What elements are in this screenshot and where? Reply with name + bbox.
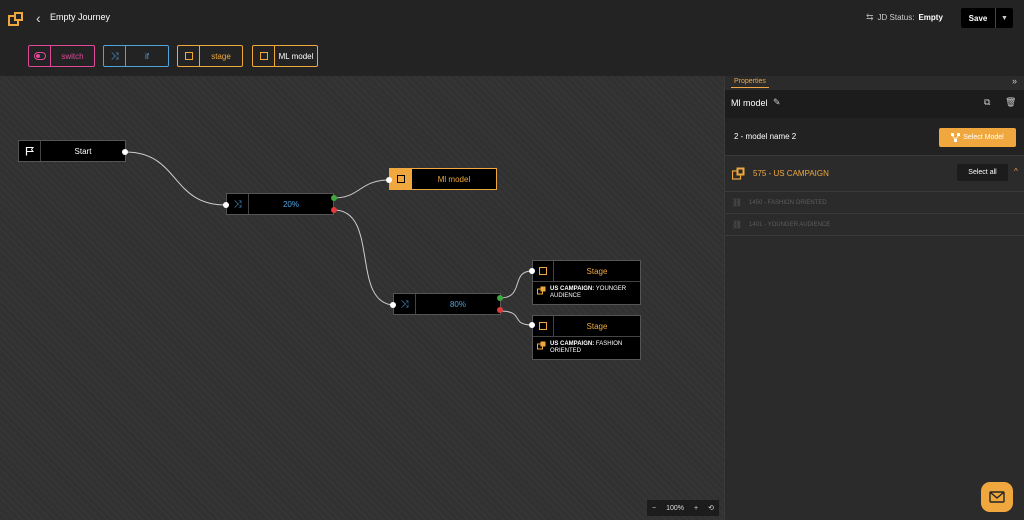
back-arrow-icon[interactable]: ‹ (36, 11, 41, 25)
tab-properties[interactable]: Properties (731, 76, 769, 88)
ml-model-node-label: Ml model (437, 174, 471, 184)
shuffle-icon: ⤨ (394, 294, 416, 314)
audience-item[interactable]: ⛓ 1401 - YOUNGER AUDIENCE (725, 214, 1024, 236)
stage-campaign-name: US CAMPAIGN: (550, 286, 595, 292)
model-tree-icon (951, 133, 961, 142)
trash-icon[interactable]: 🗑 (1005, 97, 1016, 108)
edge-split1-ml (333, 179, 390, 199)
node-palette: switch ⤨ if stage ML model (0, 36, 1024, 76)
palette-ml-model-label: ML model (278, 51, 314, 61)
stage-campaign-name: US CAMPAIGN: (550, 341, 595, 347)
palette-stage-label: stage (211, 51, 231, 61)
split1-in-port[interactable] (223, 202, 229, 208)
start-out-port[interactable] (122, 149, 128, 155)
flag-icon (19, 141, 41, 161)
split2-false-port[interactable] (497, 307, 503, 313)
stage-node-header: Stage (533, 316, 640, 337)
select-model-label: Select Model (963, 134, 1004, 141)
ml-in-port[interactable] (386, 177, 392, 183)
chevron-up-icon[interactable]: ^ (1014, 167, 1018, 176)
top-bar: ‹ Empty Journey ⇆ JD Status: Empty Save … (0, 0, 1024, 36)
save-dropdown-chevron-icon[interactable]: ▼ (995, 8, 1013, 28)
start-node-label: Start (74, 146, 92, 156)
stage-node-fashion[interactable]: Stage US CAMPAIGN: FASHION ORIENTED (532, 315, 641, 360)
stage-node-campaign: US CAMPAIGN: FASHION ORIENTED (533, 337, 640, 355)
model-name: 2 - model name 2 (734, 132, 797, 141)
zoom-in-icon[interactable]: + (694, 505, 698, 512)
jd-status-label: JD Status: (877, 13, 915, 22)
select-all-button[interactable]: Select all (957, 164, 1008, 181)
square-icon (533, 316, 554, 336)
select-model-button[interactable]: Select Model (939, 128, 1016, 147)
status-change-icon: ⇆ (866, 12, 874, 22)
stage-node-label: Stage (586, 266, 608, 276)
campaign-icon (537, 286, 546, 295)
split2-true-port[interactable] (497, 295, 503, 301)
copy-icon[interactable]: ⧉ (984, 97, 990, 108)
palette-switch[interactable]: switch (28, 45, 95, 67)
edge-split1-split2 (333, 209, 396, 306)
zoom-out-icon[interactable]: − (652, 505, 656, 512)
edit-pencil-icon[interactable]: ✎ (773, 97, 781, 108)
reset-zoom-icon[interactable]: ⟲ (708, 504, 714, 512)
stage-node-younger[interactable]: Stage US CAMPAIGN: YOUNGER AUDIENCE (532, 260, 641, 305)
mail-icon (989, 491, 1005, 503)
shuffle-icon: ⤨ (104, 46, 126, 66)
link-icon: ⛓ (731, 220, 743, 229)
audience-label: 1450 - FASHION ORIENTED (749, 199, 827, 206)
collapse-panel-icon[interactable]: » (1012, 76, 1017, 86)
toggle-icon (29, 46, 51, 66)
ml-model-node[interactable]: Ml model (389, 168, 497, 190)
jd-status-value: Empty (918, 13, 943, 22)
palette-ml-model[interactable]: ML model (252, 45, 318, 67)
palette-switch-label: switch (61, 51, 84, 61)
chat-launcher-button[interactable] (981, 482, 1013, 512)
split-node-80-label: 80% (449, 299, 466, 309)
split-node-80[interactable]: ⤨ 80% (393, 293, 501, 315)
audience-item[interactable]: ⛓ 1450 - FASHION ORIENTED (725, 192, 1024, 214)
properties-header: Ml model ✎ ⧉ 🗑 (725, 90, 1024, 118)
campaign-icon (732, 167, 745, 180)
palette-stage[interactable]: stage (177, 45, 243, 67)
jd-status: ⇆ JD Status: Empty (866, 12, 943, 23)
start-node[interactable]: Start (18, 140, 126, 162)
edge-start-split1 (124, 151, 227, 206)
stage2-in-port[interactable] (529, 322, 535, 328)
palette-if[interactable]: ⤨ if (103, 45, 169, 67)
properties-panel: Properties » Ml model ✎ ⧉ 🗑 2 - model na… (724, 76, 1024, 520)
audience-label: 1401 - YOUNGER AUDIENCE (749, 221, 831, 228)
save-button[interactable]: Save (961, 8, 995, 28)
square-icon (390, 169, 412, 189)
edge-split2-stage1 (499, 270, 533, 299)
shuffle-icon: ⤨ (227, 194, 249, 214)
stage-node-label: Stage (586, 321, 608, 331)
split1-true-port[interactable] (331, 195, 337, 201)
campaign-icon (537, 341, 546, 350)
palette-if-label: if (145, 51, 149, 61)
campaign-row[interactable]: 575 - US CAMPAIGN Select all ^ (725, 156, 1024, 192)
split1-false-port[interactable] (331, 207, 337, 213)
campaign-name: 575 - US CAMPAIGN (753, 169, 829, 178)
stage-node-campaign: US CAMPAIGN: YOUNGER AUDIENCE (533, 282, 640, 300)
stage-node-header: Stage (533, 261, 640, 282)
split-node-20[interactable]: ⤨ 20% (226, 193, 334, 215)
square-icon (178, 46, 200, 66)
stage1-in-port[interactable] (529, 268, 535, 274)
link-icon: ⛓ (731, 198, 743, 207)
journey-canvas[interactable]: Start ⤨ 20% Ml model ⤨ 80% Stage US CAMP… (0, 76, 724, 520)
zoom-controls: − 100% + ⟲ (647, 500, 719, 516)
square-icon (533, 261, 554, 281)
page-title: Empty Journey (50, 12, 111, 22)
split2-in-port[interactable] (390, 302, 396, 308)
stage-node-campaign-text: US CAMPAIGN: FASHION ORIENTED (550, 341, 636, 355)
split-node-20-label: 20% (282, 199, 299, 209)
app-logo-icon[interactable] (8, 11, 24, 27)
square-icon (253, 46, 275, 66)
edge-split2-stage2 (499, 310, 533, 326)
stage-node-campaign-text: US CAMPAIGN: YOUNGER AUDIENCE (550, 286, 636, 300)
model-section: 2 - model name 2 Select Model (725, 118, 1024, 156)
zoom-level: 100% (666, 504, 684, 512)
node-title: Ml model (731, 98, 768, 108)
